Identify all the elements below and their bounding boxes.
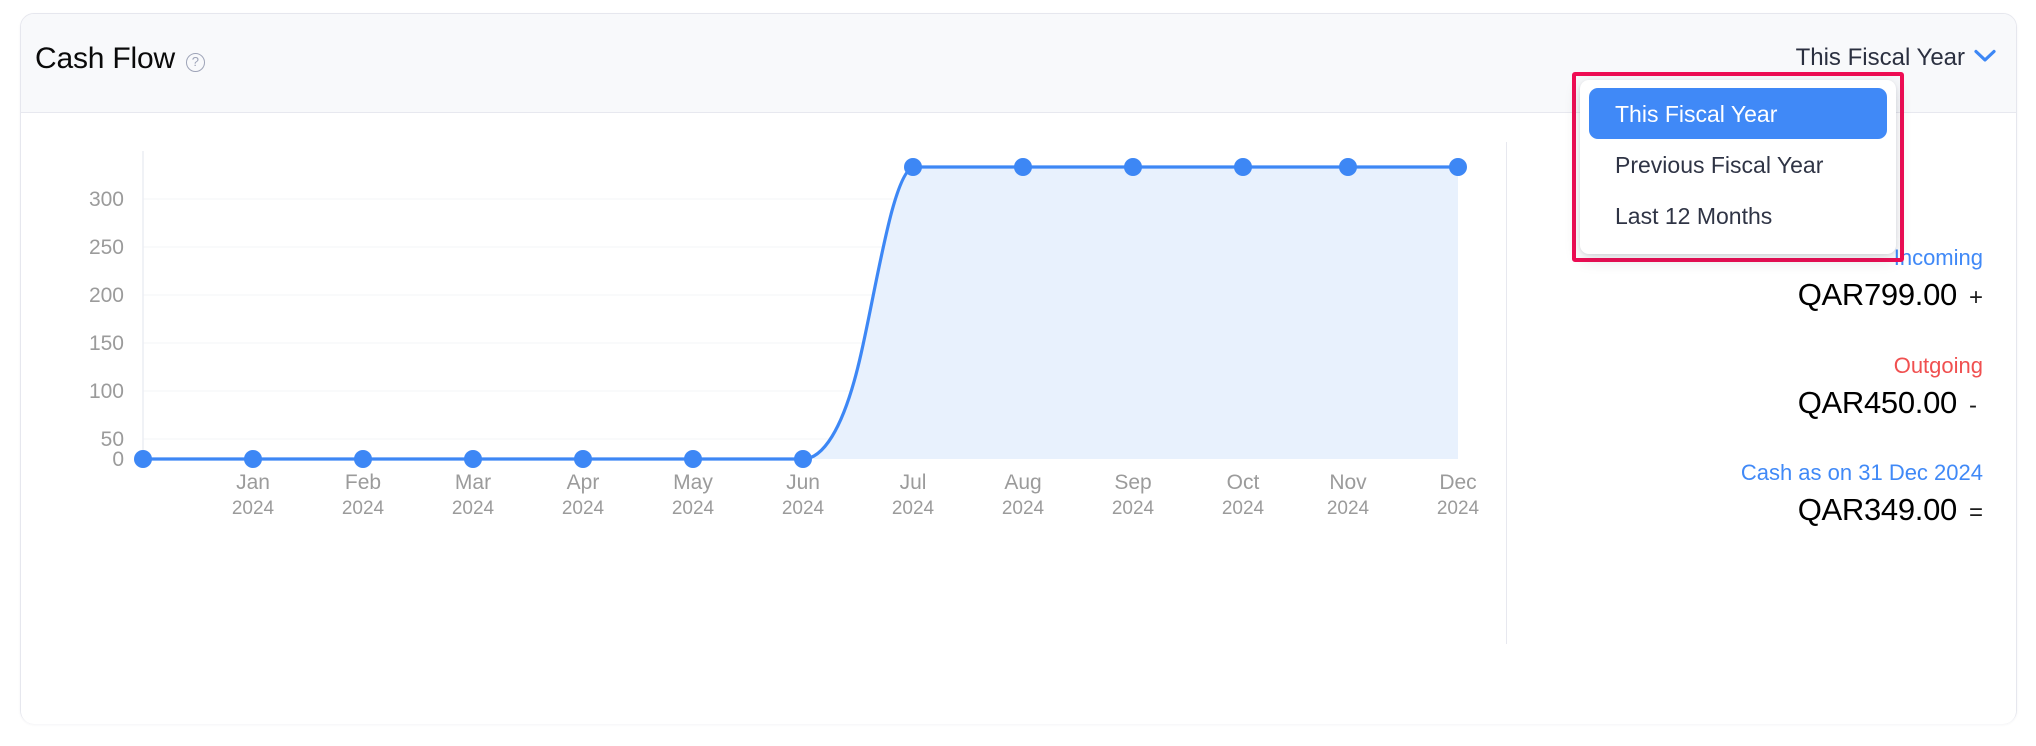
svg-text:May: May xyxy=(673,471,713,494)
x-tick-label: Apr 2024 xyxy=(562,471,605,519)
chart-point xyxy=(1339,158,1357,176)
x-tick-label: Sep 2024 xyxy=(1112,471,1155,519)
summary-cash-sign: = xyxy=(1969,499,1983,527)
svg-text:2024: 2024 xyxy=(562,498,605,519)
x-tick-label: Jul 2024 xyxy=(892,471,935,519)
header-title-group: Cash Flow ? xyxy=(35,41,205,77)
dropdown-option-last-12-months[interactable]: Last 12 Months xyxy=(1589,190,1887,241)
svg-text:Jan: Jan xyxy=(236,471,270,494)
svg-text:Sep: Sep xyxy=(1114,471,1151,494)
x-tick-label: Jan 2024 xyxy=(232,471,275,519)
chart-point xyxy=(1234,158,1252,176)
y-tick-label: 250 xyxy=(89,236,124,259)
svg-text:Oct: Oct xyxy=(1227,471,1260,494)
svg-text:Nov: Nov xyxy=(1329,471,1367,494)
chart-point xyxy=(134,450,152,468)
x-tick-label: Mar 2024 xyxy=(452,471,495,519)
svg-text:2024: 2024 xyxy=(892,498,935,519)
summary-cash-label[interactable]: Cash as on 31 Dec 2024 xyxy=(1741,459,1983,487)
svg-text:2024: 2024 xyxy=(1327,498,1370,519)
chart-point xyxy=(354,450,372,468)
summary-cash-value-row: QAR349.00 = xyxy=(1741,491,1983,529)
chart-point xyxy=(464,450,482,468)
chart-point xyxy=(1449,158,1467,176)
svg-text:Mar: Mar xyxy=(455,471,491,494)
cash-flow-widget: Cash Flow ? This Fiscal Year xyxy=(0,0,2036,746)
svg-text:Aug: Aug xyxy=(1004,471,1041,494)
summary-outgoing-value-row: QAR450.00 - xyxy=(1798,384,1983,422)
y-tick-label: 150 xyxy=(89,332,124,355)
summary-incoming-sign: + xyxy=(1969,284,1983,312)
y-tick-label: 100 xyxy=(89,380,124,403)
svg-text:Apr: Apr xyxy=(567,471,600,494)
x-tick-label: Feb 2024 xyxy=(342,471,385,519)
y-tick-label: 200 xyxy=(89,284,124,307)
chart-y-tick-labels: 300 250 200 150 100 50 0 xyxy=(89,188,124,471)
x-tick-label: Jun 2024 xyxy=(782,471,825,519)
summary-outgoing-label: Outgoing xyxy=(1798,352,1983,380)
chart-point xyxy=(904,158,922,176)
svg-text:Jun: Jun xyxy=(786,471,820,494)
page-title: Cash Flow xyxy=(35,41,175,77)
svg-text:2024: 2024 xyxy=(232,498,275,519)
svg-text:2024: 2024 xyxy=(782,498,825,519)
dropdown-option-previous-fiscal-year[interactable]: Previous Fiscal Year xyxy=(1589,139,1887,190)
chevron-down-icon[interactable] xyxy=(1974,49,1996,68)
chart-point xyxy=(684,450,702,468)
period-selector-value: This Fiscal Year xyxy=(1796,43,1965,73)
svg-text:2024: 2024 xyxy=(672,498,715,519)
y-tick-label: 300 xyxy=(89,188,124,211)
x-tick-label: Oct 2024 xyxy=(1222,471,1265,519)
svg-text:2024: 2024 xyxy=(1002,498,1045,519)
svg-text:Dec: Dec xyxy=(1439,471,1476,494)
y-tick-label: 0 xyxy=(112,448,124,471)
period-dropdown-menu[interactable]: This Fiscal Year Previous Fiscal Year La… xyxy=(1580,80,1896,254)
chart-point xyxy=(1124,158,1142,176)
summary-cash-value: QAR349.00 xyxy=(1798,491,1957,529)
summary-outgoing-sign: - xyxy=(1969,392,1983,420)
svg-text:2024: 2024 xyxy=(342,498,385,519)
svg-text:2024: 2024 xyxy=(1222,498,1265,519)
chart-x-tick-labels: Jan2024 Feb2024 Mar2024 Apr2024 May2024 … xyxy=(232,471,1480,519)
svg-text:2024: 2024 xyxy=(452,498,495,519)
chart-area-fill xyxy=(143,167,1458,459)
summary-cash-balance: Cash as on 31 Dec 2024 QAR349.00 = xyxy=(1741,459,1983,529)
x-tick-label: Nov 2024 xyxy=(1327,471,1370,519)
summary-outgoing: Outgoing QAR450.00 - xyxy=(1798,352,1983,422)
chart-point xyxy=(1014,158,1032,176)
summary-outgoing-value: QAR450.00 xyxy=(1798,384,1957,422)
svg-text:2024: 2024 xyxy=(1112,498,1155,519)
svg-text:Jul: Jul xyxy=(900,471,927,494)
x-tick-label: May 2024 xyxy=(672,471,715,519)
period-selector-trigger[interactable]: This Fiscal Year xyxy=(1796,43,1996,73)
summary-incoming-value-row: QAR799.00 + xyxy=(1798,276,1983,314)
question-mark-circle-icon[interactable]: ? xyxy=(186,53,205,72)
chart-point xyxy=(244,450,262,468)
x-tick-label: Aug 2024 xyxy=(1002,471,1045,519)
svg-text:Feb: Feb xyxy=(345,471,381,494)
x-tick-label: Dec 2024 xyxy=(1437,471,1480,519)
svg-text:2024: 2024 xyxy=(1437,498,1480,519)
dropdown-option-this-fiscal-year[interactable]: This Fiscal Year xyxy=(1589,88,1887,139)
summary-incoming-value: QAR799.00 xyxy=(1798,276,1957,314)
chart-point xyxy=(794,450,812,468)
chart-point xyxy=(574,450,592,468)
